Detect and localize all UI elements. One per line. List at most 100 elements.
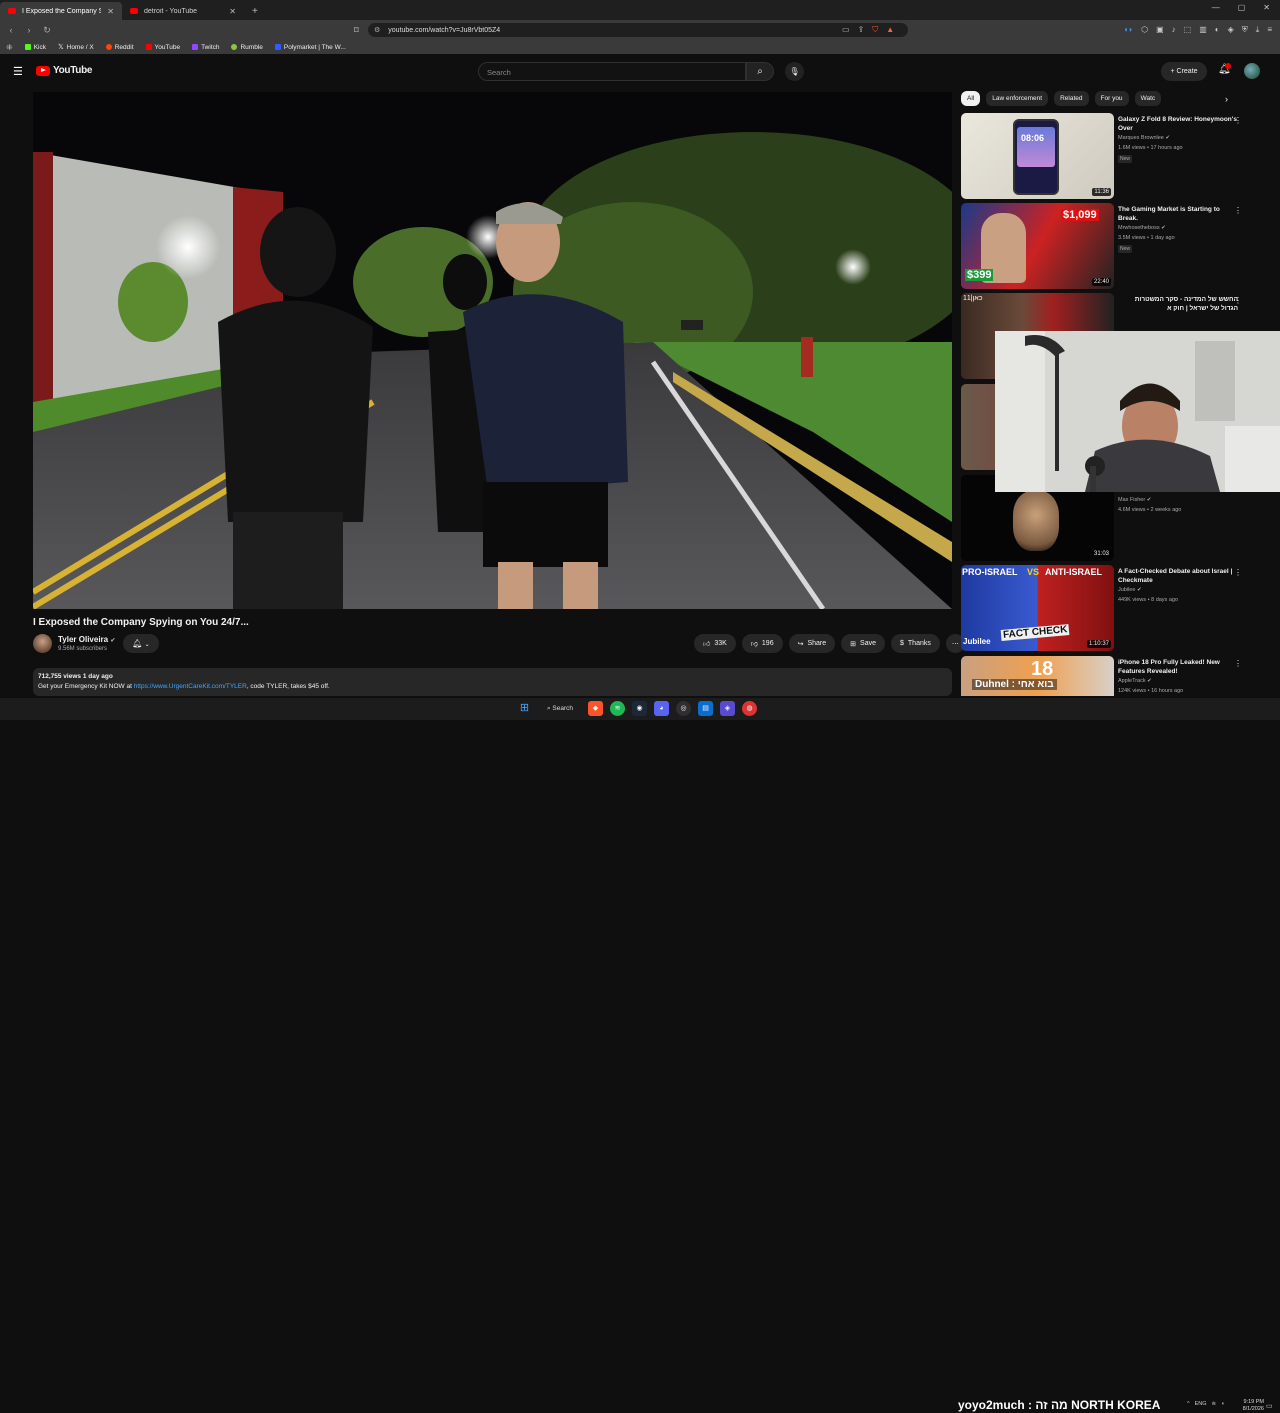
more-vertical-icon[interactable]: ⋮ xyxy=(1234,568,1242,577)
description-box[interactable]: 712,755 views 1 day ago Get your Emergen… xyxy=(33,668,952,696)
brave-shield-icon[interactable]: ⛉ xyxy=(872,25,878,35)
chip-watched[interactable]: Watc xyxy=(1134,91,1162,106)
thanks-button[interactable]: $ Thanks xyxy=(891,634,940,653)
extension-icon[interactable]: ⬚ xyxy=(1184,25,1192,35)
obs-icon[interactable]: ◎ xyxy=(676,701,691,716)
chip-law-enforcement[interactable]: Law enforcement xyxy=(986,91,1049,106)
verified-icon: ✔ xyxy=(1161,225,1166,231)
notification-center-icon[interactable]: ▭ xyxy=(1266,1402,1273,1410)
tab-current-video[interactable]: I Exposed the Company Spyi ✕ xyxy=(0,2,122,20)
chip-for-you[interactable]: For you xyxy=(1094,91,1129,106)
more-vertical-icon[interactable]: ⋮ xyxy=(1234,659,1242,668)
channel-avatar[interactable] xyxy=(33,634,52,653)
reload-icon[interactable]: ↻ xyxy=(40,25,54,36)
maximize-icon[interactable]: ▢ xyxy=(1238,3,1246,12)
download-icon[interactable]: ⤓ xyxy=(1256,25,1260,35)
bookmark-icon[interactable]: ⌑ xyxy=(354,25,359,36)
youtube-logo[interactable]: YouTube xyxy=(36,65,93,76)
create-button[interactable]: + Create xyxy=(1161,62,1207,81)
recommendation-item[interactable]: 18 iPhone 18 Pro Fully Leaked! New Featu… xyxy=(961,656,1261,696)
bookmarks-bar: ⁜ Kick 𝕏 Home / X Reddit YouTube Twitch R… xyxy=(0,40,1280,54)
extension-icon[interactable]: ◐ xyxy=(1215,25,1220,35)
taskbar-search[interactable]: ⌕ Search xyxy=(539,705,581,713)
like-button[interactable]: 👍︎ 33K xyxy=(694,634,736,653)
minimize-icon[interactable]: — xyxy=(1212,3,1220,12)
thumbnail-text: ANTI-ISRAEL xyxy=(1045,567,1102,577)
tab-detroit[interactable]: detroit - YouTube ✕ xyxy=(122,2,244,20)
webcam-frame xyxy=(995,331,1280,492)
view-count-date: 712,755 views 1 day ago xyxy=(38,673,113,680)
sidebar-icon[interactable]: ▥ xyxy=(1199,25,1207,35)
apps-grid-icon[interactable]: ⁜ xyxy=(6,43,13,52)
hamburger-menu-icon[interactable]: ☰ xyxy=(13,65,23,78)
new-tab-icon[interactable]: + xyxy=(244,6,266,20)
taskbar-search-label: Search xyxy=(552,704,574,712)
bookmark-youtube[interactable]: YouTube xyxy=(145,44,180,51)
spotify-icon[interactable]: ≋ xyxy=(610,701,625,716)
bookmark-label: Home / X xyxy=(66,43,94,51)
channel-name-row[interactable]: Tyler Oliveira ✔ xyxy=(58,635,115,644)
cast-icon[interactable]: ▭ xyxy=(842,25,850,35)
extension-icon[interactable]: ◖◗ xyxy=(1123,25,1133,35)
search-button[interactable]: ⌕ xyxy=(746,62,774,81)
more-vertical-icon[interactable]: ⋮ xyxy=(1234,296,1242,305)
system-clock[interactable]: 9:19 PM 8/1/2026 xyxy=(1228,1399,1264,1413)
recommendation-item[interactable]: 08:06 11:36 Galaxy Z Fold 8 Review: Hone… xyxy=(961,113,1261,199)
language-indicator[interactable]: ENG xyxy=(1195,1401,1207,1407)
bookmark-kick[interactable]: Kick xyxy=(24,44,46,51)
more-vertical-icon[interactable]: ⋮ xyxy=(1234,116,1242,125)
close-tab-icon[interactable]: ✕ xyxy=(107,7,114,16)
shield-icon[interactable]: ⛨ xyxy=(1242,25,1248,35)
extension-icon[interactable]: ⬡ xyxy=(1141,25,1148,35)
volume-icon[interactable]: ◖ xyxy=(1221,1401,1224,1407)
recommendation-item[interactable]: $1,099 $399 22:40 The Gaming Market is S… xyxy=(961,203,1261,289)
search-input[interactable]: Search xyxy=(478,62,746,81)
recommendation-item[interactable]: PRO-ISRAEL VS ANTI-ISRAEL FACT CHECK Jub… xyxy=(961,565,1261,651)
bookmark-polymarket[interactable]: Polymarket | The W... xyxy=(274,44,346,51)
windows-start-icon[interactable]: ⊞ xyxy=(517,701,532,716)
share-page-icon[interactable]: ⇪ xyxy=(858,25,865,35)
description-text: Get your Emergency Kit NOW at xyxy=(38,683,134,690)
save-button[interactable]: ⊞ Save xyxy=(841,634,885,653)
app-icon[interactable]: ◈ xyxy=(720,701,735,716)
bookmark-twitch[interactable]: Twitch xyxy=(192,44,219,51)
description-link[interactable]: https://www.UrgentCareKit.com/TYLER xyxy=(134,683,247,690)
wallet-icon[interactable]: ◈ xyxy=(1228,25,1234,35)
forward-icon[interactable]: › xyxy=(22,25,36,35)
url-field[interactable]: ⚙ youtube.com/watch?v=Ju8rVbt05Z4 xyxy=(368,23,908,37)
voice-search-button[interactable]: 🎙︎ xyxy=(785,62,804,81)
account-avatar[interactable] xyxy=(1244,63,1260,79)
bookmark-rumble[interactable]: Rumble xyxy=(231,44,263,51)
wifi-icon[interactable]: ≋ xyxy=(1212,1401,1217,1407)
dislike-button[interactable]: 👎︎ 196 xyxy=(741,634,783,653)
microphone-icon: 🎙︎ xyxy=(789,67,800,76)
steam-icon[interactable]: ◉ xyxy=(632,701,647,716)
chevron-right-icon[interactable]: › xyxy=(1225,94,1228,104)
save-icon: ⊞ xyxy=(850,640,857,648)
site-info-icon[interactable]: ⚙ xyxy=(374,26,380,34)
chrome-icon[interactable]: ◍ xyxy=(742,701,757,716)
chip-related[interactable]: Related xyxy=(1054,91,1089,106)
music-icon[interactable]: ♪ xyxy=(1172,25,1176,35)
rewards-icon[interactable]: ▲ xyxy=(886,25,894,35)
bookmark-x[interactable]: 𝕏 Home / X xyxy=(58,43,94,52)
phone-clock-text: 08:06 xyxy=(1021,133,1045,143)
video-player[interactable] xyxy=(33,92,952,609)
chip-all[interactable]: All xyxy=(961,91,981,106)
share-button[interactable]: ↪ Share xyxy=(788,634,836,653)
subscription-bell-button[interactable]: 🔔︎ ⌄ xyxy=(123,634,159,653)
menu-icon[interactable]: ≡ xyxy=(1267,25,1272,35)
bookmark-reddit[interactable]: Reddit xyxy=(105,44,134,51)
close-tab-icon[interactable]: ✕ xyxy=(229,7,236,16)
chevron-up-icon[interactable]: ^ xyxy=(1187,1401,1190,1407)
back-icon[interactable]: ‹ xyxy=(4,25,18,35)
more-vertical-icon[interactable]: ⋮ xyxy=(1234,206,1242,215)
brave-icon[interactable]: ◆ xyxy=(588,701,603,716)
extension-icon[interactable]: ▣ xyxy=(1156,25,1164,35)
close-window-icon[interactable]: ✕ xyxy=(1263,3,1270,12)
discord-icon[interactable]: ◕ xyxy=(654,701,669,716)
verified-icon: ✔ xyxy=(1165,135,1170,141)
recommendation-views: 449K views • 8 days ago xyxy=(1118,597,1179,603)
explorer-icon[interactable]: ▤ xyxy=(698,701,713,716)
recommendation-channel: Mrwhosetheboss xyxy=(1118,225,1160,231)
